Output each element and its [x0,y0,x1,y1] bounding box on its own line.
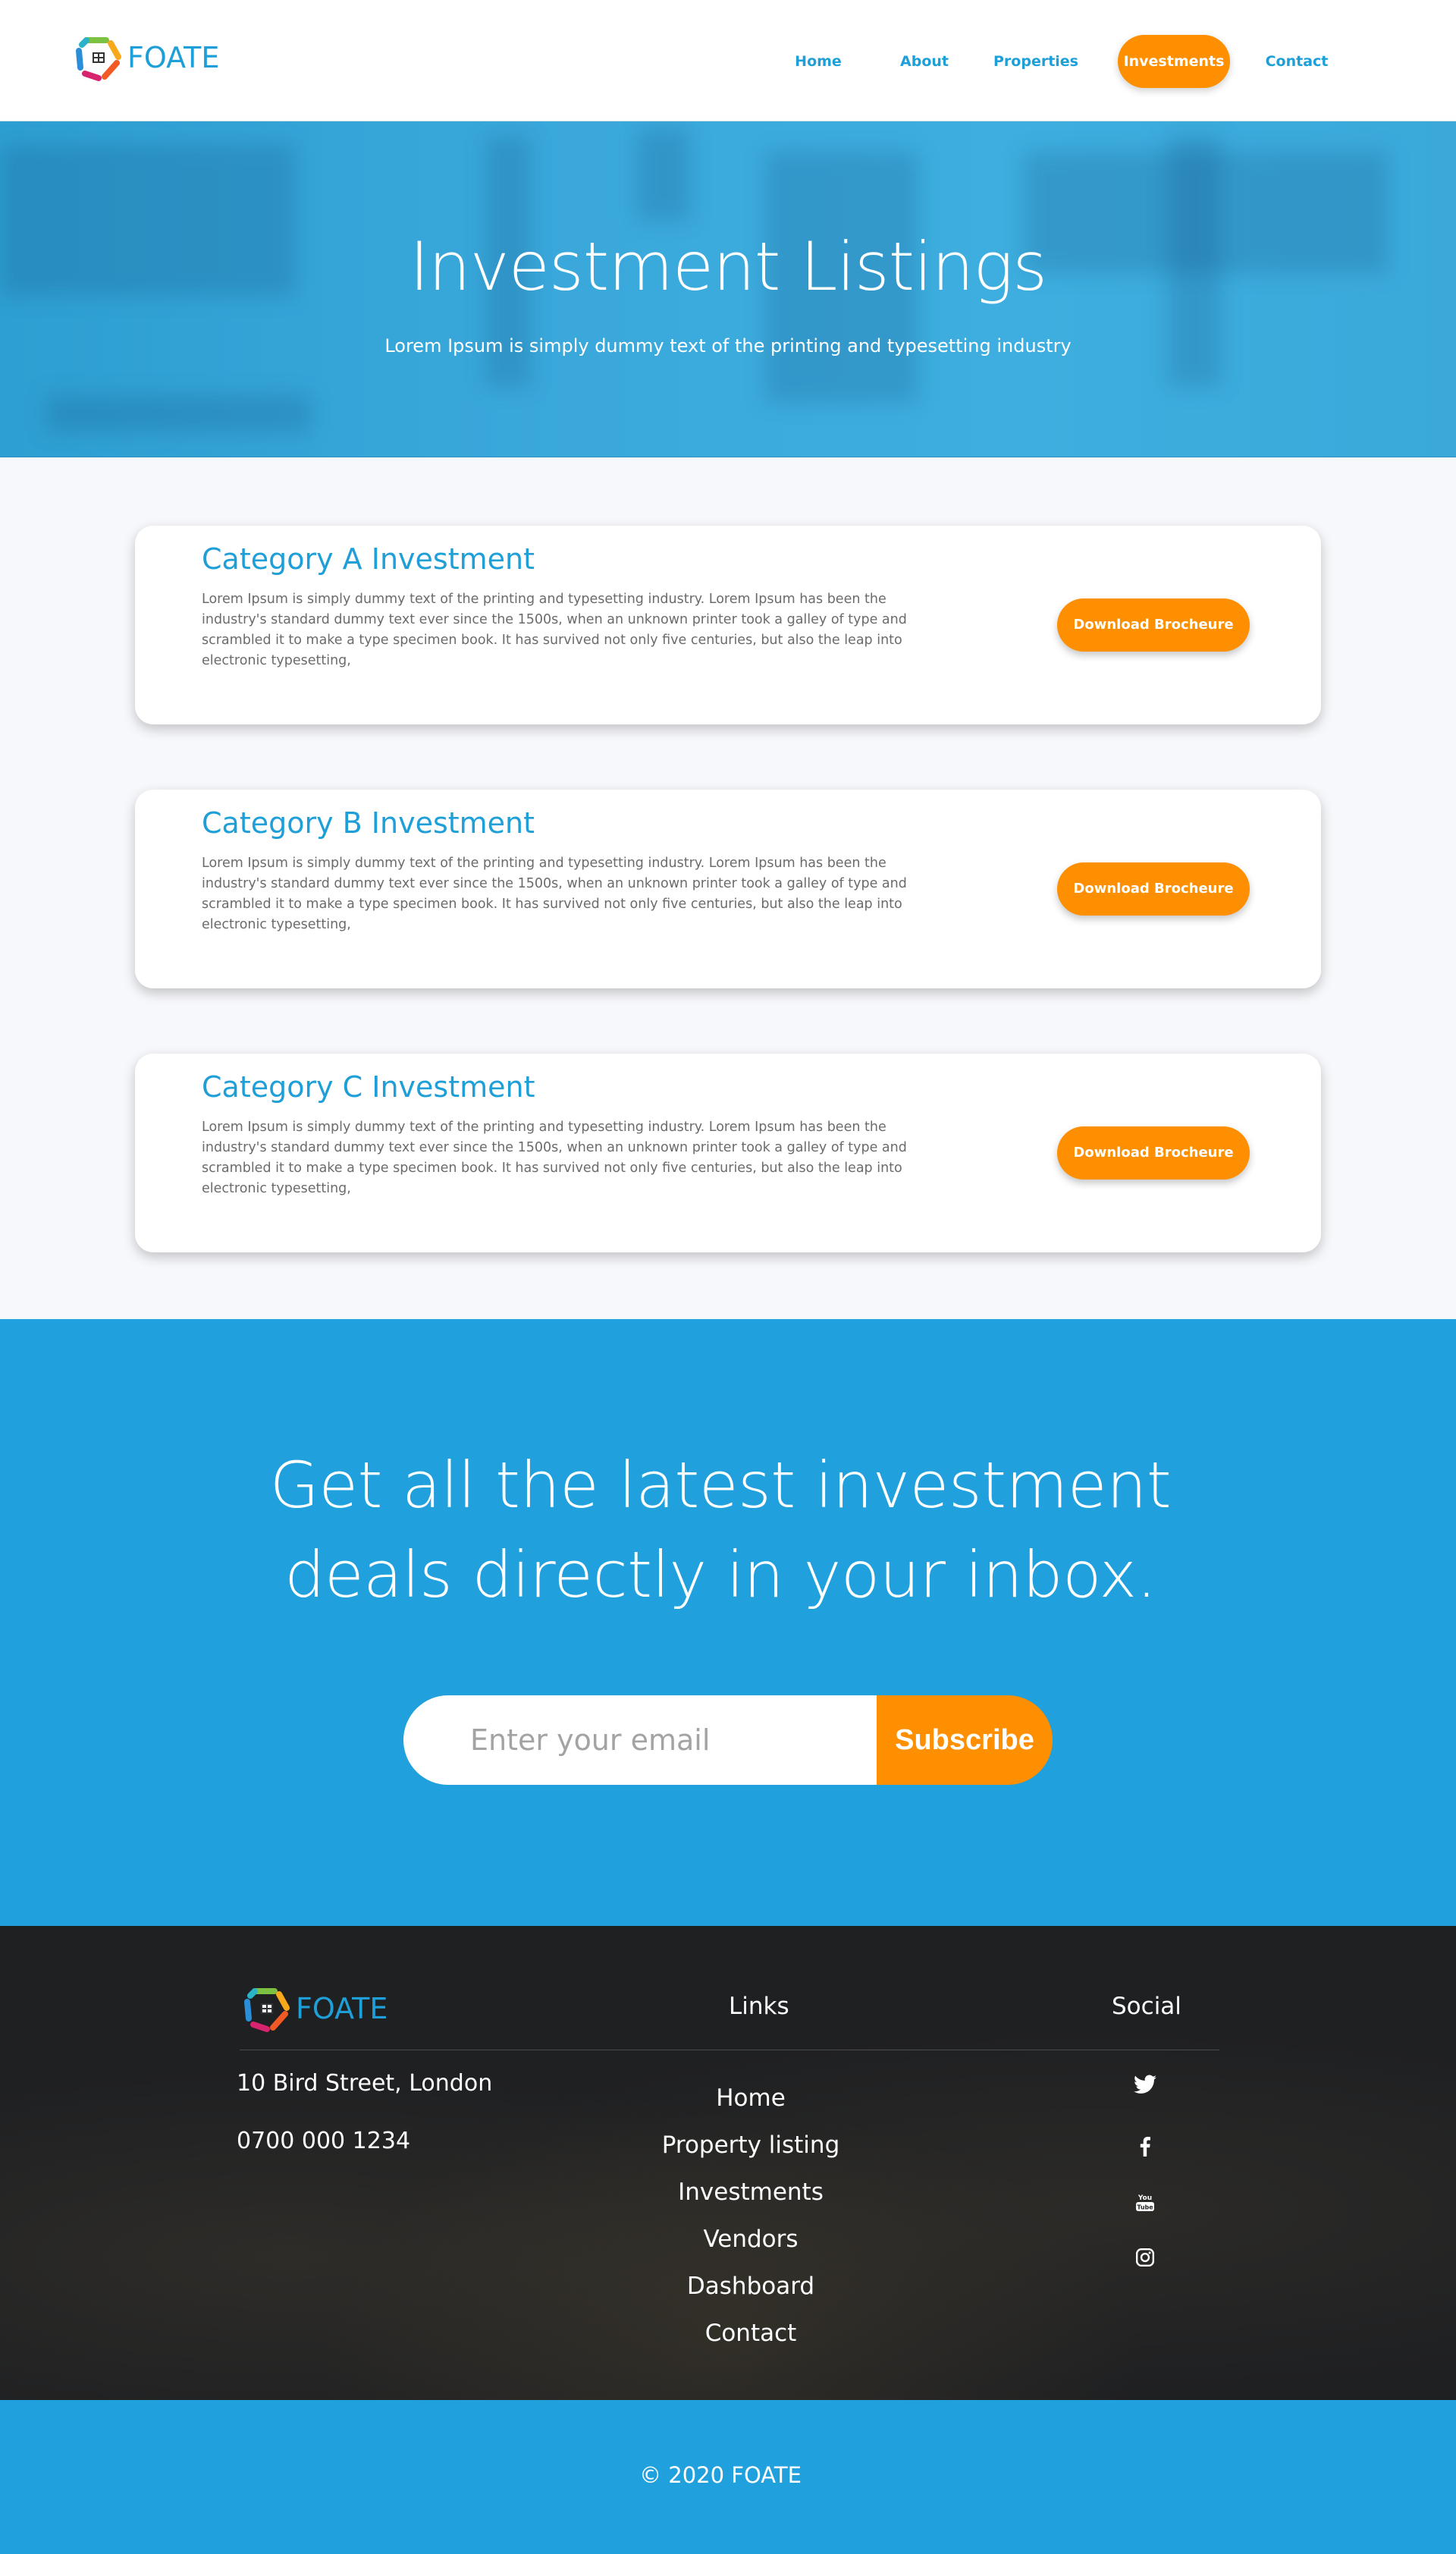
download-brochure-button[interactable]: Download Brocheure [1057,862,1250,916]
email-input[interactable] [403,1695,896,1785]
listing-card: Category B Investment Lorem Ipsum is sim… [135,790,1321,988]
footer-link-dashboard[interactable]: Dashboard [599,2263,902,2310]
youtube-icon[interactable]: You Tube [1127,2191,1163,2213]
svg-text:Tube: Tube [1137,2204,1153,2211]
copyright-text: © 2020 FOATE [639,2462,802,2488]
newsletter-heading-line2: deals directly in your inbox. [284,1538,1156,1612]
footer-brand-name: FOATE [296,1992,388,2025]
site-footer: FOATE Links Social 10 Bird Street, Londo… [0,1926,1456,2400]
page-title: Investment Listings [409,228,1047,306]
nav-home[interactable]: Home [784,35,852,88]
social-heading: Social [1112,1993,1181,2020]
facebook-icon[interactable] [1127,2137,1163,2157]
listing-card: Category A Investment Lorem Ipsum is sim… [135,526,1321,724]
download-brochure-button[interactable]: Download Brocheure [1057,1126,1250,1180]
footer-link-property-listing[interactable]: Property listing [599,2122,902,2169]
listing-description: Lorem Ipsum is simply dummy text of the … [202,856,907,932]
listing-card: Category C Investment Lorem Ipsum is sim… [135,1054,1321,1252]
listing-title: Category C Investment [202,1070,535,1104]
logo-icon [76,37,121,81]
newsletter-heading: Get all the latest investment deals dire… [0,1440,1441,1619]
nav-contact[interactable]: Contact [1260,35,1333,88]
footer-phone[interactable]: 0700 000 1234 [237,2128,410,2154]
footer-link-vendors[interactable]: Vendors [599,2216,902,2263]
download-brochure-button[interactable]: Download Brocheure [1057,598,1250,652]
nav-investments[interactable]: Investments [1118,35,1230,88]
newsletter-heading-line1: Get all the latest investment [269,1448,1172,1522]
listing-title: Category A Investment [202,542,535,576]
page-subtitle: Lorem Ipsum is simply dummy text of the … [384,335,1072,357]
site-header: FOATE Home About Properties Investments … [0,0,1456,121]
footer-logo[interactable]: FOATE [240,1981,388,2037]
listing-title: Category B Investment [202,806,535,840]
footer-link-home[interactable]: Home [599,2075,902,2122]
footer-link-contact[interactable]: Contact [599,2310,902,2357]
links-heading: Links [729,1993,789,2020]
brand-logo[interactable]: FOATE [71,29,219,86]
footer-links: Home Property listing Investments Vendor… [599,2075,902,2357]
newsletter-section: Get all the latest investment deals dire… [0,1319,1456,1926]
instagram-icon[interactable] [1127,2248,1163,2267]
nav-properties[interactable]: Properties [992,35,1080,88]
svg-text:You: You [1138,2194,1152,2202]
hero-banner: Investment Listings Lorem Ipsum is simpl… [0,121,1456,457]
newsletter-form: Subscribe [403,1695,1053,1785]
twitter-icon[interactable] [1127,2075,1163,2094]
footer-link-investments[interactable]: Investments [599,2169,902,2216]
logo-icon [244,1988,290,2032]
copyright-bar: © 2020 FOATE [0,2400,1456,2554]
nav-about[interactable]: About [890,35,959,88]
brand-name: FOATE [127,41,220,74]
subscribe-button[interactable]: Subscribe [877,1695,1053,1785]
listing-description: Lorem Ipsum is simply dummy text of the … [202,1120,907,1196]
footer-address: 10 Bird Street, London [237,2070,493,2097]
listing-description: Lorem Ipsum is simply dummy text of the … [202,592,907,668]
